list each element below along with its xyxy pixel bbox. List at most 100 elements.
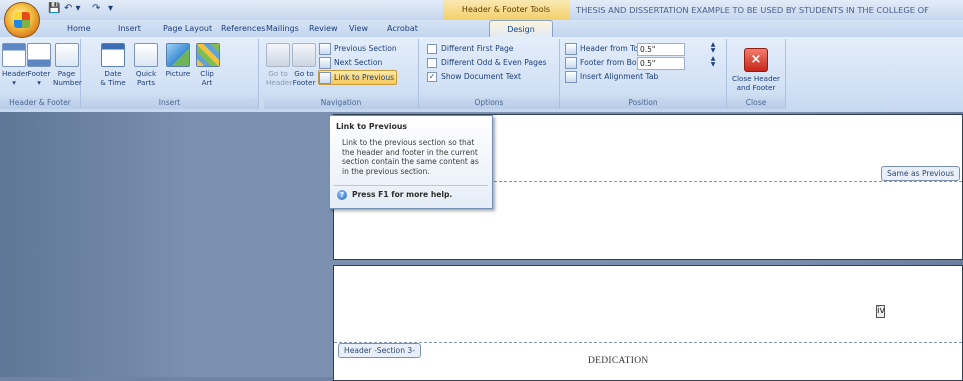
footer-from-bottom-spinner-icon[interactable]: ▲ ▼ — [709, 56, 717, 69]
page-number-label-1: Page — [57, 69, 76, 78]
different-odd-even-checkbox[interactable]: Different Odd & Even Pages — [427, 56, 547, 69]
different-odd-even-check-icon — [427, 58, 437, 68]
footer-icon — [27, 43, 51, 67]
tooltip-help-text: Press F1 for more help. — [352, 190, 453, 199]
link-to-previous-icon — [319, 72, 331, 84]
link-to-previous-button[interactable]: Link to Previous — [318, 70, 398, 85]
group-position: Header from Top: 0.5" ▲ ▼ Footer from Bot… — [560, 39, 727, 109]
tooltip-body: Link to the previous section so that the… — [342, 138, 479, 176]
clip-label: Clip — [200, 69, 214, 78]
footer-from-bottom-icon — [565, 57, 577, 69]
close-header-label-1: Close Header — [731, 74, 781, 83]
group-close: × Close Header and Footer Close — [727, 39, 786, 109]
clip-art-button[interactable]: Clip Art — [196, 43, 220, 87]
header-dropdown-icon: ▾ — [12, 78, 16, 87]
show-document-text-check-icon: ✓ — [427, 72, 437, 82]
link-to-previous-tooltip: Link to Previous Link to the previous se… — [329, 115, 493, 209]
different-odd-even-label: Different Odd & Even Pages — [441, 58, 547, 67]
group-header-footer: Header ▾ Footer ▾ Page Number Header & F… — [0, 39, 82, 109]
go-to-header-button[interactable]: Go to Header — [266, 43, 293, 87]
go-to-header-label-2: Header — [266, 78, 293, 87]
tab-home[interactable]: Home — [67, 22, 91, 36]
header-from-top-icon — [565, 43, 577, 55]
group-label-close: Close — [727, 97, 785, 109]
different-first-page-checkbox[interactable]: Different First Page — [427, 42, 513, 55]
header-from-top-row: Header from Top: — [565, 42, 646, 55]
insert-alignment-tab-label: Insert Alignment Tab — [580, 72, 659, 81]
previous-section-icon — [319, 43, 331, 55]
header-boundary-line-lower — [334, 342, 962, 343]
insert-alignment-tab-button[interactable]: Insert Alignment Tab — [565, 70, 658, 83]
picture-icon — [166, 43, 190, 67]
group-label-insert: Insert — [81, 97, 258, 109]
next-section-icon — [319, 57, 331, 69]
clip-art-icon — [196, 43, 220, 67]
footer-label: Footer — [27, 69, 51, 78]
group-insert: Date & Time Quick Parts Picture Clip Art… — [81, 39, 259, 109]
quick-parts-icon — [134, 43, 158, 67]
calendar-icon — [101, 43, 125, 67]
close-icon: × — [744, 48, 768, 72]
go-to-footer-label-2: Footer — [292, 78, 316, 87]
different-first-page-check-icon — [427, 44, 437, 54]
time-label: & Time — [100, 78, 126, 87]
tab-review[interactable]: Review — [309, 22, 338, 36]
footer-dropdown-icon: ▾ — [37, 78, 41, 87]
page-number-field[interactable]: iv — [876, 305, 885, 318]
tab-mailings[interactable]: Mailings — [266, 22, 299, 36]
help-icon: ? — [337, 190, 347, 200]
picture-button[interactable]: Picture — [164, 43, 192, 78]
link-to-previous-label: Link to Previous — [334, 73, 395, 82]
office-button[interactable] — [4, 2, 40, 38]
show-document-text-label: Show Document Text — [441, 72, 522, 81]
date-label: Date — [104, 69, 122, 78]
parts-label: Parts — [137, 78, 155, 87]
tab-references[interactable]: References — [221, 22, 265, 36]
previous-section-button[interactable]: Previous Section — [319, 42, 397, 55]
go-to-footer-label-1: Go to — [294, 69, 314, 78]
dedication-heading[interactable]: DEDICATION — [588, 356, 649, 366]
header-from-top-spinner-icon[interactable]: ▲ ▼ — [709, 42, 717, 55]
page-number-button[interactable]: Page Number — [53, 43, 82, 87]
page-number-label-2: Number — [53, 78, 82, 87]
save-icon[interactable]: 💾 — [48, 3, 60, 17]
header-from-top-input[interactable]: 0.5" — [637, 43, 685, 56]
show-document-text-checkbox[interactable]: ✓ Show Document Text — [427, 70, 521, 83]
tooltip-separator — [334, 185, 488, 186]
next-section-button[interactable]: Next Section — [319, 56, 382, 69]
header-button[interactable]: Header ▾ — [2, 43, 29, 87]
date-time-button[interactable]: Date & Time — [100, 43, 126, 87]
group-navigation: Go to Header Go to Footer Previous Secti… — [264, 39, 419, 109]
picture-label: Picture — [165, 69, 191, 78]
go-to-header-icon — [266, 43, 290, 67]
go-to-footer-icon — [292, 43, 316, 67]
undo-icon[interactable]: ↶ ▾ — [64, 3, 81, 17]
redo-icon[interactable]: ↷ — [92, 3, 100, 17]
close-header-label-2: and Footer — [736, 83, 776, 92]
close-header-footer-button[interactable]: × Close Header and Footer — [729, 48, 783, 92]
office-logo-icon — [14, 12, 30, 28]
footer-button[interactable]: Footer ▾ — [26, 43, 52, 87]
quick-label: Quick — [135, 69, 157, 78]
go-to-footer-button[interactable]: Go to Footer — [292, 43, 316, 87]
header-icon — [2, 43, 26, 67]
tab-page-layout[interactable]: Page Layout — [163, 22, 212, 36]
page-number-icon — [54, 43, 79, 67]
document-title: THESIS AND DISSERTATION EXAMPLE TO BE US… — [576, 5, 929, 15]
tab-insert[interactable]: Insert — [118, 22, 141, 36]
tab-view[interactable]: View — [349, 22, 368, 36]
group-label-position: Position — [560, 97, 726, 109]
previous-section-label: Previous Section — [334, 44, 397, 53]
go-to-header-label-1: Go to — [268, 69, 288, 78]
tab-acrobat[interactable]: Acrobat — [387, 22, 418, 36]
header-from-top-label: Header from Top: — [580, 44, 646, 53]
header-label: Header — [2, 69, 29, 78]
tab-design[interactable]: Design — [489, 20, 553, 38]
alignment-tab-icon — [565, 71, 577, 83]
group-label-options: Options — [419, 97, 559, 109]
quick-parts-button[interactable]: Quick Parts — [134, 43, 158, 87]
next-section-label: Next Section — [334, 58, 383, 67]
footer-from-bottom-input[interactable]: 0.5" — [637, 57, 685, 70]
qat-dropdown-icon[interactable]: ▾ — [108, 3, 113, 17]
ribbon-tab-row — [0, 20, 963, 37]
